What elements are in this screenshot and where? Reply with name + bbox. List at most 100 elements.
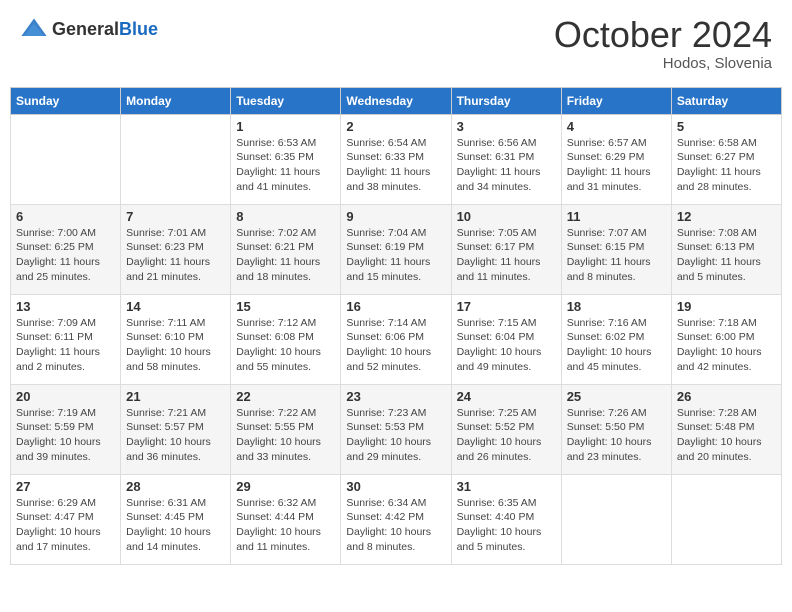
day-number: 22 (236, 389, 335, 404)
calendar-cell: 1 Sunrise: 6:53 AM Sunset: 6:35 PM Daylig… (231, 114, 341, 204)
calendar-week-row: 13Sunrise: 7:09 AM Sunset: 6:11 PM Dayli… (11, 294, 782, 384)
day-info: Sunrise: 6:57 AM Sunset: 6:29 PM Dayligh… (567, 136, 666, 195)
day-info: Sunrise: 7:25 AM Sunset: 5:52 PM Dayligh… (457, 406, 556, 465)
day-info: Sunrise: 7:14 AM Sunset: 6:06 PM Dayligh… (346, 316, 445, 375)
day-number: 5 (677, 119, 776, 134)
calendar-cell: 20 Sunrise: 7:19 AM Sunset: 5:59 PM Dayli… (11, 384, 121, 474)
day-info: Sunrise: 7:26 AM Sunset: 5:50 PM Dayligh… (567, 406, 666, 465)
calendar-cell: 17Sunrise: 7:15 AM Sunset: 6:04 PM Dayli… (451, 294, 561, 384)
day-info: Sunrise: 6:29 AM Sunset: 4:47 PM Dayligh… (16, 496, 115, 555)
weekday-header: Friday (561, 87, 671, 114)
calendar-cell: 16 Sunrise: 7:14 AM Sunset: 6:06 PM Dayli… (341, 294, 451, 384)
calendar-cell (561, 474, 671, 564)
day-info: Sunrise: 6:53 AM Sunset: 6:35 PM Dayligh… (236, 136, 335, 195)
calendar-cell: 22Sunrise: 7:22 AM Sunset: 5:55 PM Dayli… (231, 384, 341, 474)
day-info: Sunrise: 6:58 AM Sunset: 6:27 PM Dayligh… (677, 136, 776, 195)
calendar-cell: 31 Sunrise: 6:35 AM Sunset: 4:40 PM Dayli… (451, 474, 561, 564)
day-number: 16 (346, 299, 445, 314)
calendar-cell: 14 Sunrise: 7:11 AM Sunset: 6:10 PM Dayli… (121, 294, 231, 384)
day-info: Sunrise: 7:12 AM Sunset: 6:08 PM Dayligh… (236, 316, 335, 375)
calendar-cell: 2 Sunrise: 6:54 AM Sunset: 6:33 PM Daylig… (341, 114, 451, 204)
day-info: Sunrise: 7:11 AM Sunset: 6:10 PM Dayligh… (126, 316, 225, 375)
day-number: 20 (16, 389, 115, 404)
calendar-cell: 5 Sunrise: 6:58 AM Sunset: 6:27 PM Daylig… (671, 114, 781, 204)
day-info: Sunrise: 6:35 AM Sunset: 4:40 PM Dayligh… (457, 496, 556, 555)
day-info: Sunrise: 7:23 AM Sunset: 5:53 PM Dayligh… (346, 406, 445, 465)
day-number: 21 (126, 389, 225, 404)
day-number: 11 (567, 209, 666, 224)
day-number: 2 (346, 119, 445, 134)
day-number: 15 (236, 299, 335, 314)
calendar-cell: 25 Sunrise: 7:26 AM Sunset: 5:50 PM Dayli… (561, 384, 671, 474)
day-number: 27 (16, 479, 115, 494)
day-info: Sunrise: 7:21 AM Sunset: 5:57 PM Dayligh… (126, 406, 225, 465)
day-number: 1 (236, 119, 335, 134)
day-info: Sunrise: 7:19 AM Sunset: 5:59 PM Dayligh… (16, 406, 115, 465)
calendar-cell: 3 Sunrise: 6:56 AM Sunset: 6:31 PM Daylig… (451, 114, 561, 204)
calendar-week-row: 27 Sunrise: 6:29 AM Sunset: 4:47 PM Dayli… (11, 474, 782, 564)
day-info: Sunrise: 7:08 AM Sunset: 6:13 PM Dayligh… (677, 226, 776, 285)
day-info: Sunrise: 7:28 AM Sunset: 5:48 PM Dayligh… (677, 406, 776, 465)
calendar-week-row: 6 Sunrise: 7:00 AM Sunset: 6:25 PM Daylig… (11, 204, 782, 294)
calendar-cell (11, 114, 121, 204)
calendar-cell: 4 Sunrise: 6:57 AM Sunset: 6:29 PM Daylig… (561, 114, 671, 204)
logo: GeneralBlue (20, 15, 158, 43)
day-number: 30 (346, 479, 445, 494)
day-number: 9 (346, 209, 445, 224)
calendar-cell (121, 114, 231, 204)
calendar-cell: 18 Sunrise: 7:16 AM Sunset: 6:02 PM Dayli… (561, 294, 671, 384)
logo-icon (20, 15, 48, 43)
day-info: Sunrise: 7:05 AM Sunset: 6:17 PM Dayligh… (457, 226, 556, 285)
weekday-header: Thursday (451, 87, 561, 114)
calendar-cell: 29 Sunrise: 6:32 AM Sunset: 4:44 PM Dayli… (231, 474, 341, 564)
day-number: 28 (126, 479, 225, 494)
day-number: 12 (677, 209, 776, 224)
day-number: 18 (567, 299, 666, 314)
day-number: 24 (457, 389, 556, 404)
calendar-cell (671, 474, 781, 564)
calendar-cell: 19Sunrise: 7:18 AM Sunset: 6:00 PM Dayli… (671, 294, 781, 384)
title-block: October 2024 Hodos, Slovenia (554, 15, 772, 72)
calendar-cell: 24 Sunrise: 7:25 AM Sunset: 5:52 PM Dayli… (451, 384, 561, 474)
day-number: 14 (126, 299, 225, 314)
day-number: 4 (567, 119, 666, 134)
day-info: Sunrise: 7:02 AM Sunset: 6:21 PM Dayligh… (236, 226, 335, 285)
calendar-cell: 9 Sunrise: 7:04 AM Sunset: 6:19 PM Daylig… (341, 204, 451, 294)
day-number: 13 (16, 299, 115, 314)
month-title: October 2024 (554, 15, 772, 55)
calendar-cell: 30Sunrise: 6:34 AM Sunset: 4:42 PM Dayli… (341, 474, 451, 564)
weekday-header: Sunday (11, 87, 121, 114)
calendar-cell: 23 Sunrise: 7:23 AM Sunset: 5:53 PM Dayli… (341, 384, 451, 474)
day-info: Sunrise: 6:56 AM Sunset: 6:31 PM Dayligh… (457, 136, 556, 195)
day-info: Sunrise: 7:04 AM Sunset: 6:19 PM Dayligh… (346, 226, 445, 285)
day-info: Sunrise: 6:32 AM Sunset: 4:44 PM Dayligh… (236, 496, 335, 555)
calendar-cell: 10 Sunrise: 7:05 AM Sunset: 6:17 PM Dayli… (451, 204, 561, 294)
calendar-week-row: 20 Sunrise: 7:19 AM Sunset: 5:59 PM Dayli… (11, 384, 782, 474)
day-number: 6 (16, 209, 115, 224)
location-subtitle: Hodos, Slovenia (554, 55, 772, 72)
day-info: Sunrise: 7:00 AM Sunset: 6:25 PM Dayligh… (16, 226, 115, 285)
day-number: 25 (567, 389, 666, 404)
day-number: 17 (457, 299, 556, 314)
day-info: Sunrise: 7:01 AM Sunset: 6:23 PM Dayligh… (126, 226, 225, 285)
day-number: 7 (126, 209, 225, 224)
calendar-cell: 12 Sunrise: 7:08 AM Sunset: 6:13 PM Dayli… (671, 204, 781, 294)
day-number: 29 (236, 479, 335, 494)
weekday-header: Wednesday (341, 87, 451, 114)
weekday-header: Monday (121, 87, 231, 114)
day-number: 3 (457, 119, 556, 134)
calendar-cell: 26 Sunrise: 7:28 AM Sunset: 5:48 PM Dayli… (671, 384, 781, 474)
weekday-header: Tuesday (231, 87, 341, 114)
calendar-table: SundayMondayTuesdayWednesdayThursdayFrid… (10, 87, 782, 565)
day-info: Sunrise: 7:18 AM Sunset: 6:00 PM Dayligh… (677, 316, 776, 375)
calendar-cell: 27 Sunrise: 6:29 AM Sunset: 4:47 PM Dayli… (11, 474, 121, 564)
day-info: Sunrise: 6:54 AM Sunset: 6:33 PM Dayligh… (346, 136, 445, 195)
day-number: 23 (346, 389, 445, 404)
day-number: 8 (236, 209, 335, 224)
day-info: Sunrise: 6:31 AM Sunset: 4:45 PM Dayligh… (126, 496, 225, 555)
weekday-header: Saturday (671, 87, 781, 114)
day-number: 31 (457, 479, 556, 494)
day-number: 26 (677, 389, 776, 404)
day-info: Sunrise: 7:16 AM Sunset: 6:02 PM Dayligh… (567, 316, 666, 375)
day-number: 10 (457, 209, 556, 224)
